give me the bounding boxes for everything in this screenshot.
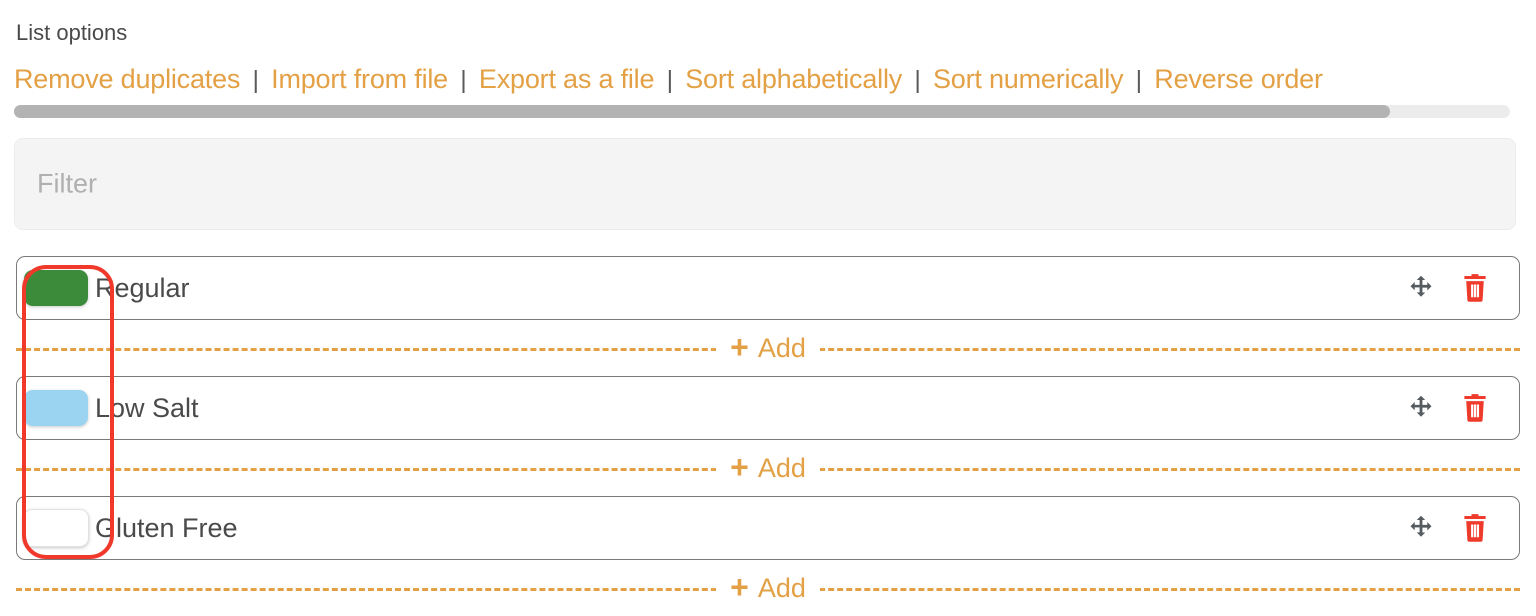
color-swatch[interactable] — [23, 509, 89, 547]
move-arrows-icon[interactable] — [1407, 394, 1435, 422]
add-button-label: Add — [757, 332, 806, 363]
link-reverse-order[interactable]: Reverse order — [1154, 64, 1323, 94]
link-separator: | — [666, 66, 674, 94]
add-divider: + Add — [16, 320, 1520, 376]
add-button[interactable]: + Add — [716, 449, 820, 485]
add-button-label: Add — [757, 572, 806, 603]
horizontal-scrollbar-thumb[interactable] — [14, 105, 1391, 118]
list-item[interactable]: Low Salt — [16, 376, 1520, 440]
color-swatch[interactable] — [24, 270, 88, 306]
color-swatch-cell[interactable] — [17, 509, 95, 547]
link-separator: | — [460, 66, 467, 94]
horizontal-scrollbar-track[interactable] — [14, 105, 1510, 118]
plus-icon: + — [730, 569, 749, 605]
list-item-label: Regular — [95, 272, 190, 303]
link-separator: | — [1135, 66, 1143, 94]
trash-icon[interactable] — [1461, 393, 1489, 423]
link-sort-alphabetically[interactable]: Sort alphabetically — [685, 64, 902, 94]
color-swatch[interactable] — [24, 390, 88, 426]
list-item-label: Gluten Free — [95, 512, 238, 543]
link-import-from-file[interactable]: Import from file — [271, 64, 448, 94]
plus-icon: + — [730, 449, 749, 485]
add-divider: + Add — [16, 440, 1520, 496]
list-item[interactable]: Gluten Free — [16, 496, 1520, 560]
link-separator: | — [914, 66, 921, 94]
filter-placeholder: Filter — [37, 168, 97, 199]
list-item-actions — [1407, 393, 1519, 423]
color-swatch-cell[interactable] — [17, 390, 95, 426]
add-button[interactable]: + Add — [716, 569, 820, 605]
move-arrows-icon[interactable] — [1407, 514, 1435, 542]
trash-icon[interactable] — [1461, 273, 1489, 303]
color-swatch-cell[interactable] — [17, 270, 95, 306]
list-options-links: Remove duplicates | Import from file | E… — [14, 62, 1323, 97]
filter-input[interactable]: Filter — [14, 138, 1516, 230]
link-sort-numerically[interactable]: Sort numerically — [933, 64, 1124, 94]
list-item[interactable]: Regular — [16, 256, 1520, 320]
link-separator: | — [252, 66, 260, 94]
link-export-as-a-file[interactable]: Export as a file — [479, 64, 655, 94]
list-item-label: Low Salt — [95, 392, 199, 423]
plus-icon: + — [730, 329, 749, 365]
add-button-label: Add — [757, 452, 806, 483]
trash-icon[interactable] — [1461, 513, 1489, 543]
link-remove-duplicates[interactable]: Remove duplicates — [14, 64, 240, 94]
options-list: Regular + Add Low Salt + Add Gluten Free… — [0, 256, 1536, 616]
page-title: List options — [16, 20, 128, 45]
add-button[interactable]: + Add — [716, 329, 820, 365]
move-arrows-icon[interactable] — [1407, 274, 1435, 302]
list-item-actions — [1407, 273, 1519, 303]
list-options-page: List options Remove duplicates | Import … — [0, 0, 1536, 608]
list-item-actions — [1407, 513, 1519, 543]
